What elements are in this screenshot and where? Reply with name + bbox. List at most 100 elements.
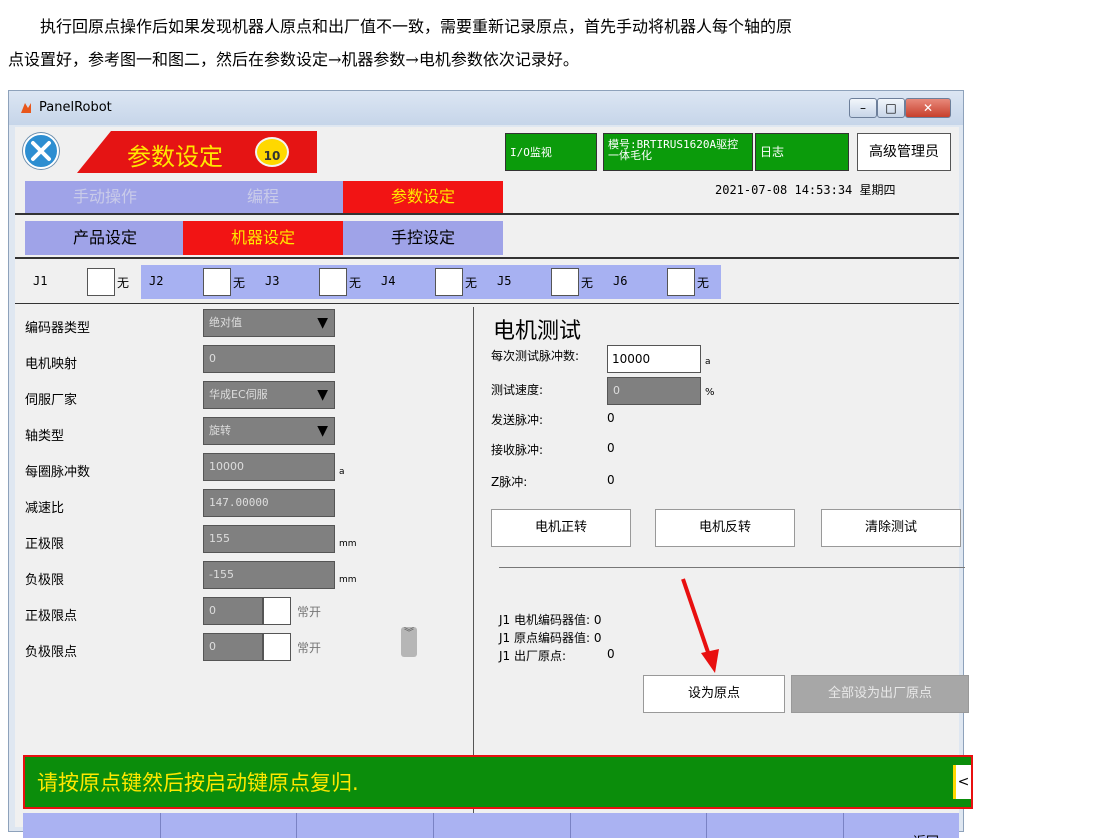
motor-map-input[interactable]: 0	[203, 345, 335, 373]
minimize-button[interactable]: –	[849, 98, 877, 118]
scroll-down-icon[interactable]: ︾	[401, 627, 417, 657]
neg-limit-unit: mm	[339, 575, 357, 585]
axis-checkbox[interactable]	[551, 268, 579, 296]
test-speed-unit: %	[705, 387, 715, 398]
clear-test-button[interactable]: 清除测试	[821, 509, 961, 547]
app-logo-icon	[21, 103, 31, 113]
axis-checkbox[interactable]	[435, 268, 463, 296]
encoder-type-label: 编码器类型	[25, 321, 91, 336]
pulses-per-rev-input[interactable]: 10000	[203, 453, 335, 481]
axis-j2[interactable]: J2 无	[141, 265, 257, 299]
datetime: 2021-07-08 14:53:34 星期四	[715, 183, 896, 197]
test-pulses-unit: a	[705, 357, 711, 367]
panelrobot-window: PanelRobot – □ ✕ 参数设定 10 I/O监视 模号:BRTIRU…	[8, 90, 973, 838]
status-bar: 请按原点键然后按启动键原点复归. <	[23, 755, 973, 809]
pos-limit-input[interactable]: 155	[203, 525, 335, 553]
neg-limit-point-state: 常开	[297, 641, 322, 655]
log-label: 日志	[760, 145, 785, 159]
gear-ratio-input[interactable]: 147.00000	[203, 489, 335, 517]
tab-programming[interactable]: 编程	[183, 181, 343, 213]
function-key-2[interactable]	[161, 813, 297, 838]
axis-j5[interactable]: J5 无	[489, 265, 605, 299]
axis-checkbox[interactable]	[203, 268, 231, 296]
z-pulse-label: Z脉冲:	[491, 475, 528, 489]
paragraph-line-2: 点设置好，参考图一和图二，然后在参数设定→机器参数→电机参数依次记录好。	[8, 50, 579, 69]
motor-reverse-button[interactable]: 电机反转	[655, 509, 795, 547]
log-button[interactable]: 日志	[755, 133, 849, 171]
axis-selector-row: J1 无 J2 无 J3 无 J4 无 J5 无 J6 无	[25, 265, 725, 299]
test-speed-input[interactable]: 0	[607, 377, 701, 405]
motor-test-title: 电机测试	[493, 319, 582, 344]
tools-icon[interactable]	[23, 133, 59, 169]
test-pulses-input[interactable]: 10000	[607, 345, 701, 373]
set-all-factory-origin-button[interactable]: 全部设为出厂原点	[791, 675, 969, 713]
subtab-handcontrol-settings[interactable]: 手控设定	[343, 221, 503, 255]
pulses-per-rev-unit: a	[339, 467, 345, 477]
factory-origin-value: 0	[607, 647, 615, 661]
neg-limit-input[interactable]: -155	[203, 561, 335, 589]
document-paragraph: 执行回原点操作后如果发现机器人原点和出厂值不一致，需要重新记录原点，首先手动将机…	[8, 10, 1104, 76]
sent-pulse-value: 0	[607, 411, 615, 425]
axis-none-label: 无	[233, 276, 246, 290]
tab-manual-operation[interactable]: 手动操作	[25, 181, 185, 213]
mode-title: 参数设定	[127, 143, 223, 171]
axis-label: J1	[33, 274, 48, 288]
motor-forward-button[interactable]: 电机正转	[491, 509, 631, 547]
recv-pulse-value: 0	[607, 441, 615, 455]
axis-checkbox[interactable]	[667, 268, 695, 296]
axis-label: J4	[381, 274, 396, 288]
axis-j6[interactable]: J6 无	[605, 265, 721, 299]
status-message: 请按原点键然后按启动键原点复归.	[37, 771, 359, 795]
axis-j3[interactable]: J3 无	[257, 265, 373, 299]
axis-j1[interactable]: J1 无	[25, 265, 141, 299]
pos-limit-point-input[interactable]: 0	[203, 597, 263, 625]
subtab-machine-settings[interactable]: 机器设定	[183, 221, 343, 255]
origin-encoder-value: J1 原点编码器值: 0	[499, 631, 602, 645]
model-button[interactable]: 模号:BRTIRUS1620A驱控一体毛化	[603, 133, 753, 171]
set-origin-button[interactable]: 设为原点	[643, 675, 785, 713]
pos-limit-label: 正极限	[25, 537, 65, 552]
maximize-button[interactable]: □	[877, 98, 905, 118]
bottom-function-bar: 返回	[23, 813, 959, 838]
io-monitor-button[interactable]: I/O监视	[505, 133, 597, 171]
neg-limit-point-label: 负极限点	[25, 645, 78, 660]
servo-vendor-label: 伺服厂家	[25, 393, 78, 408]
function-key-3[interactable]	[297, 813, 434, 838]
window-titlebar[interactable]: PanelRobot – □ ✕	[9, 91, 963, 125]
axis-checkbox[interactable]	[319, 268, 347, 296]
subtab-product-settings[interactable]: 产品设定	[25, 221, 185, 255]
function-key-1[interactable]	[23, 813, 161, 838]
function-key-5[interactable]	[571, 813, 707, 838]
red-arrow-icon	[681, 578, 719, 673]
maximize-icon: □	[885, 101, 897, 115]
close-icon: ✕	[922, 101, 934, 115]
axis-type-select[interactable]: 旋转	[203, 417, 335, 445]
speed-dial[interactable]: 10	[255, 137, 289, 167]
recv-pulse-label: 接收脉冲:	[491, 443, 544, 457]
close-button[interactable]: ✕	[905, 98, 951, 118]
back-button[interactable]: 返回	[913, 831, 939, 838]
axis-none-label: 无	[581, 276, 594, 290]
axis-none-label: 无	[349, 276, 362, 290]
motor-encoder-value: J1 电机编码器值: 0	[499, 613, 602, 627]
window-title: PanelRobot	[39, 100, 112, 115]
z-pulse-value: 0	[607, 473, 615, 487]
motor-map-label: 电机映射	[25, 357, 78, 372]
function-key-4[interactable]	[434, 813, 571, 838]
axis-j4[interactable]: J4 无	[373, 265, 489, 299]
encoder-type-select[interactable]: 绝对值	[203, 309, 335, 337]
user-level-button[interactable]: 高级管理员	[857, 133, 951, 171]
sent-pulse-label: 发送脉冲:	[491, 413, 544, 427]
status-scroll-icon[interactable]: <	[953, 765, 971, 799]
tab-parameter-settings[interactable]: 参数设定	[343, 181, 503, 213]
servo-vendor-select[interactable]: 华成EC伺服	[203, 381, 335, 409]
neg-limit-label: 负极限	[25, 573, 65, 588]
function-key-6[interactable]	[707, 813, 844, 838]
pos-limit-unit: mm	[339, 539, 357, 549]
neg-limit-point-input[interactable]: 0	[203, 633, 263, 661]
pos-limit-point-state: 常开	[297, 605, 322, 619]
neg-limit-point-checkbox[interactable]	[263, 633, 291, 661]
axis-checkbox[interactable]	[87, 268, 115, 296]
pos-limit-point-checkbox[interactable]	[263, 597, 291, 625]
app-client-area: 参数设定 10 I/O监视 模号:BRTIRUS1620A驱控一体毛化 日志 高…	[15, 127, 973, 838]
